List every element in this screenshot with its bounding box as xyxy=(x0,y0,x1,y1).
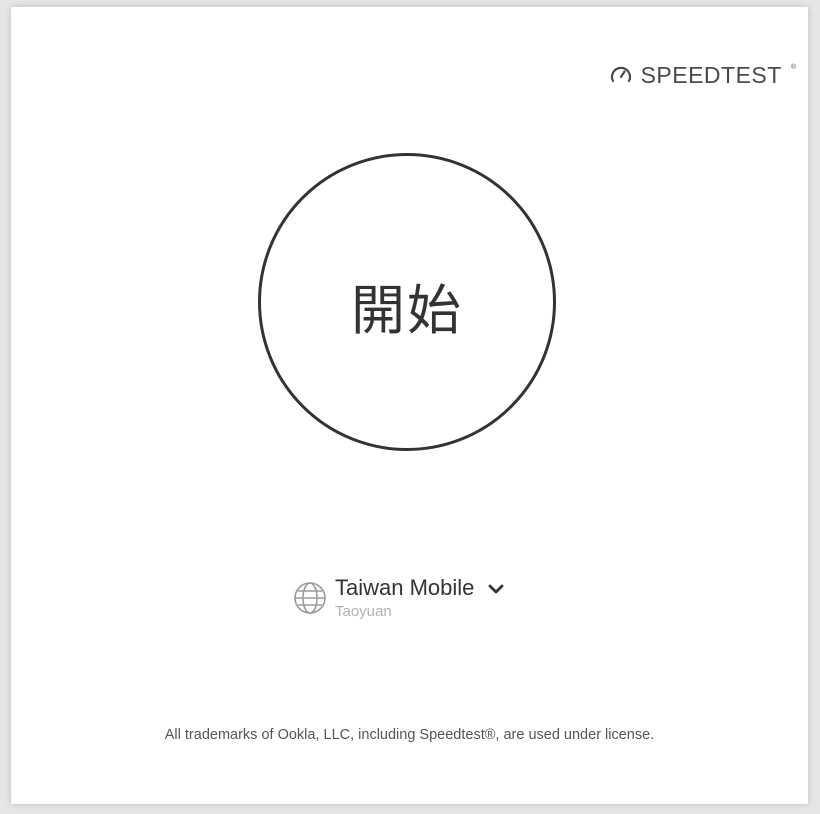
speedometer-icon xyxy=(610,66,631,83)
brand-trademark: ® xyxy=(790,63,796,71)
server-selector[interactable]: Taiwan Mobile Taoyuan xyxy=(293,577,504,620)
start-button[interactable]: 開始 xyxy=(258,153,556,451)
speedtest-logo[interactable]: SPEEDTEST ® xyxy=(609,63,796,87)
server-location: Taoyuan xyxy=(335,603,392,620)
trademark-notice: All trademarks of Ookla, LLC, including … xyxy=(164,727,655,743)
server-provider[interactable]: Taiwan Mobile xyxy=(335,577,474,599)
server-name-row: Taiwan Mobile xyxy=(335,577,504,599)
server-info: Taiwan Mobile Taoyuan xyxy=(335,577,504,620)
globe-icon xyxy=(294,582,326,614)
brand-name: SPEEDTEST xyxy=(640,61,782,88)
start-label: 開始 xyxy=(351,278,463,342)
chevron-down-icon[interactable] xyxy=(488,583,504,595)
speedtest-card: SPEEDTEST ® 開始 Taiwan Mobile Taoyuan All … xyxy=(11,7,808,804)
